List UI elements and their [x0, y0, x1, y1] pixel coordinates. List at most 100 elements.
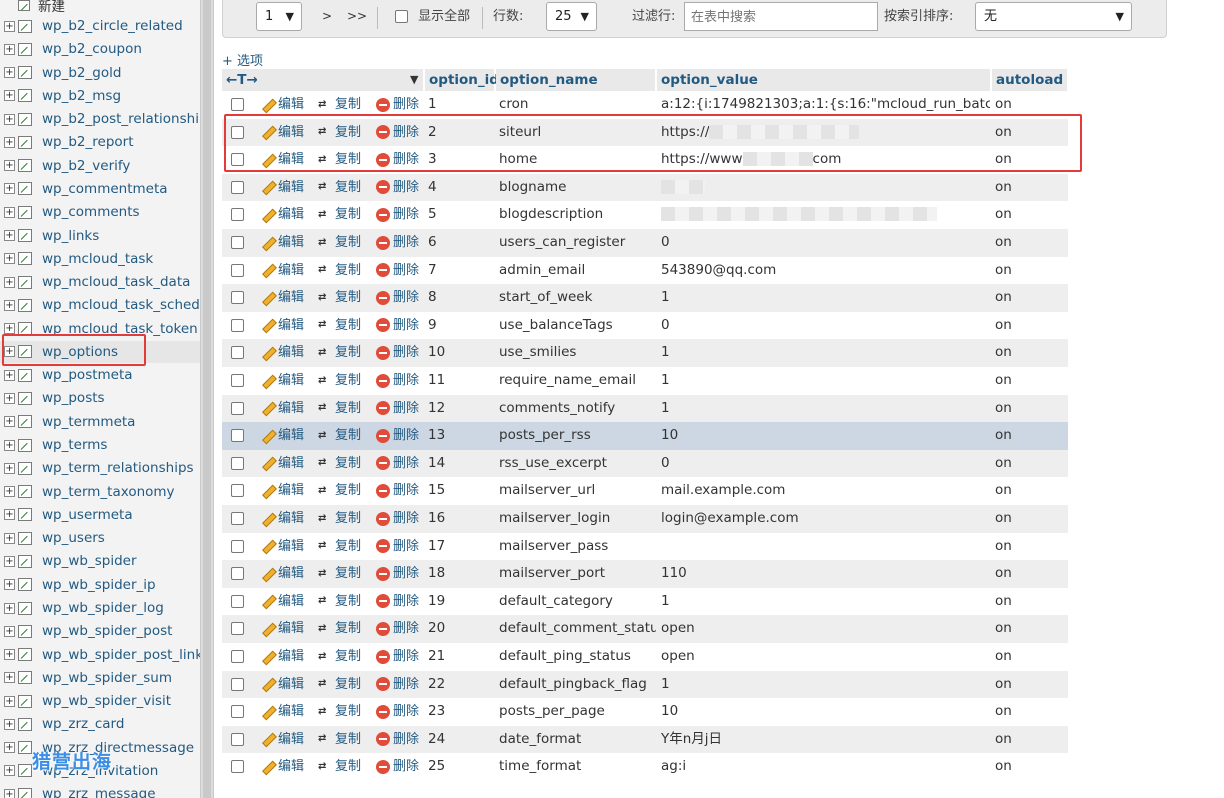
delete-button[interactable]: 删除: [376, 422, 419, 450]
edit-button[interactable]: 编辑: [261, 726, 304, 754]
row-checkbox[interactable]: [231, 732, 244, 746]
table-row[interactable]: 编辑 ⇄ 复制 删除 5 blogdescription on: [222, 201, 1068, 229]
sidebar-item-wp-wb-spider-log[interactable]: + wp_wb_spider_log: [0, 597, 200, 619]
column-arrows[interactable]: ←T→: [226, 72, 258, 88]
edit-button[interactable]: 编辑: [261, 119, 304, 147]
copy-button[interactable]: ⇄ 复制: [318, 726, 361, 754]
copy-button[interactable]: ⇄ 复制: [318, 560, 361, 588]
row-checkbox[interactable]: [231, 760, 244, 774]
copy-button[interactable]: ⇄ 复制: [318, 615, 361, 643]
sidebar-item-wp-posts[interactable]: + wp_posts: [0, 387, 200, 409]
copy-button[interactable]: ⇄ 复制: [318, 119, 361, 147]
table-row[interactable]: 编辑 ⇄ 复制 删除 8 start_of_week 1 on: [222, 284, 1068, 312]
row-checkbox[interactable]: [231, 512, 244, 525]
sidebar-item-wp-mcloud-task-data[interactable]: + wp_mcloud_task_data: [0, 271, 200, 293]
expand-icon[interactable]: +: [4, 532, 15, 544]
table-row[interactable]: 编辑 ⇄ 复制 删除 24 date_format Y年n月j日 on: [222, 725, 1068, 754]
edit-button[interactable]: 编辑: [261, 643, 304, 671]
delete-button[interactable]: 删除: [376, 477, 419, 505]
expand-icon[interactable]: +: [4, 718, 15, 730]
table-row[interactable]: 编辑 ⇄ 复制 删除 2 siteurl https:// on: [222, 118, 1068, 147]
sidebar-item-wp-postmeta[interactable]: + wp_postmeta: [0, 364, 200, 386]
header-option-value[interactable]: option_value: [657, 69, 991, 91]
expand-icon[interactable]: +: [4, 695, 15, 707]
sidebar-scrollbar[interactable]: [200, 0, 214, 798]
edit-button[interactable]: 编辑: [261, 560, 304, 588]
copy-button[interactable]: ⇄ 复制: [318, 450, 361, 478]
copy-button[interactable]: ⇄ 复制: [318, 146, 361, 174]
expand-icon[interactable]: +: [4, 346, 15, 358]
header-option-name[interactable]: option_name: [496, 69, 656, 91]
expand-icon[interactable]: +: [4, 253, 15, 265]
expand-icon[interactable]: +: [4, 416, 15, 428]
edit-button[interactable]: 编辑: [261, 174, 304, 202]
show-all-checkbox[interactable]: [395, 10, 408, 23]
edit-button[interactable]: 编辑: [261, 505, 304, 533]
row-checkbox[interactable]: [231, 456, 244, 470]
copy-button[interactable]: ⇄ 复制: [318, 174, 361, 202]
sidebar-item-wp-usermeta[interactable]: + wp_usermeta: [0, 504, 200, 526]
row-checkbox[interactable]: [231, 677, 244, 691]
delete-button[interactable]: 删除: [376, 339, 419, 367]
expand-icon[interactable]: +: [4, 625, 15, 637]
row-checkbox[interactable]: [231, 401, 244, 415]
expand-icon[interactable]: +: [4, 113, 15, 125]
sidebar-item-wp-b2-gold[interactable]: + wp_b2_gold: [0, 62, 200, 84]
row-checkbox[interactable]: [231, 650, 244, 663]
header-autoload[interactable]: autoload: [992, 69, 1068, 91]
delete-button[interactable]: 删除: [376, 615, 419, 643]
copy-button[interactable]: ⇄ 复制: [318, 753, 361, 781]
edit-button[interactable]: 编辑: [261, 671, 304, 699]
sidebar-item-wp-b2-msg[interactable]: + wp_b2_msg: [0, 85, 200, 107]
copy-button[interactable]: ⇄ 复制: [318, 339, 361, 367]
delete-button[interactable]: 删除: [376, 643, 419, 671]
row-checkbox[interactable]: [231, 346, 244, 360]
sidebar-item-wp-links[interactable]: + wp_links: [0, 225, 200, 247]
row-checkbox[interactable]: [231, 208, 244, 222]
edit-button[interactable]: 编辑: [261, 533, 304, 561]
sidebar-item-wp-wb-spider[interactable]: + wp_wb_spider: [0, 550, 200, 572]
expand-icon[interactable]: +: [4, 486, 15, 498]
delete-button[interactable]: 删除: [376, 698, 419, 726]
page-select[interactable]: 1 ▼: [256, 2, 302, 31]
copy-button[interactable]: ⇄ 复制: [318, 588, 361, 616]
table-row[interactable]: 编辑 ⇄ 复制 删除 20 default_comment_status open on: [222, 615, 1068, 643]
sidebar-item-wp-mcloud-task-token[interactable]: + wp_mcloud_task_token: [0, 318, 200, 340]
copy-button[interactable]: ⇄ 复制: [318, 229, 361, 257]
sort-caret-icon[interactable]: ▼: [410, 69, 418, 91]
delete-button[interactable]: 删除: [376, 671, 419, 699]
copy-button[interactable]: ⇄ 复制: [318, 505, 361, 533]
table-row[interactable]: 编辑 ⇄ 复制 删除 9 use_balanceTags 0 on: [222, 311, 1068, 340]
copy-button[interactable]: ⇄ 复制: [318, 91, 361, 119]
expand-icon[interactable]: +: [4, 299, 15, 311]
expand-icon[interactable]: +: [4, 90, 15, 102]
table-row[interactable]: 编辑 ⇄ 复制 删除 22 default_pingback_flag 1 on: [222, 670, 1068, 699]
options-link[interactable]: + 选项: [222, 50, 263, 69]
table-row[interactable]: 编辑 ⇄ 复制 删除 25 time_format ag:i on: [222, 753, 1068, 781]
show-all-control[interactable]: 显示全部: [395, 0, 470, 34]
table-row[interactable]: 编辑 ⇄ 复制 删除 1 cron a:12:{i:1749821303;a:1:{s:16…: [222, 91, 1068, 119]
sidebar-item-wp-wb-spider-post-link[interactable]: + wp_wb_spider_post_link: [0, 644, 200, 666]
delete-button[interactable]: 删除: [376, 450, 419, 478]
delete-button[interactable]: 删除: [376, 753, 419, 781]
sidebar-item-wp-b2-verify[interactable]: + wp_b2_verify: [0, 155, 200, 177]
sidebar-item-wp-wb-spider-ip[interactable]: + wp_wb_spider_ip: [0, 574, 200, 596]
row-checkbox[interactable]: [231, 263, 244, 277]
row-checkbox[interactable]: [231, 125, 244, 139]
header-option-id[interactable]: option_id: [425, 69, 499, 91]
delete-button[interactable]: 删除: [376, 726, 419, 754]
expand-icon[interactable]: +: [4, 230, 15, 242]
delete-button[interactable]: 删除: [376, 533, 419, 561]
expand-icon[interactable]: +: [4, 67, 15, 79]
sidebar-item-wp-mcloud-task-schedu[interactable]: + wp_mcloud_task_schedu: [0, 294, 200, 316]
table-row[interactable]: 编辑 ⇄ 复制 删除 21 default_ping_status open on: [222, 643, 1068, 671]
expand-icon[interactable]: +: [4, 509, 15, 521]
copy-button[interactable]: ⇄ 复制: [318, 284, 361, 312]
copy-button[interactable]: ⇄ 复制: [318, 201, 361, 229]
edit-button[interactable]: 编辑: [261, 257, 304, 285]
copy-button[interactable]: ⇄ 复制: [318, 533, 361, 561]
row-checkbox[interactable]: [231, 539, 244, 553]
copy-button[interactable]: ⇄ 复制: [318, 477, 361, 505]
row-checkbox[interactable]: [231, 318, 244, 332]
expand-icon[interactable]: +: [4, 788, 15, 798]
